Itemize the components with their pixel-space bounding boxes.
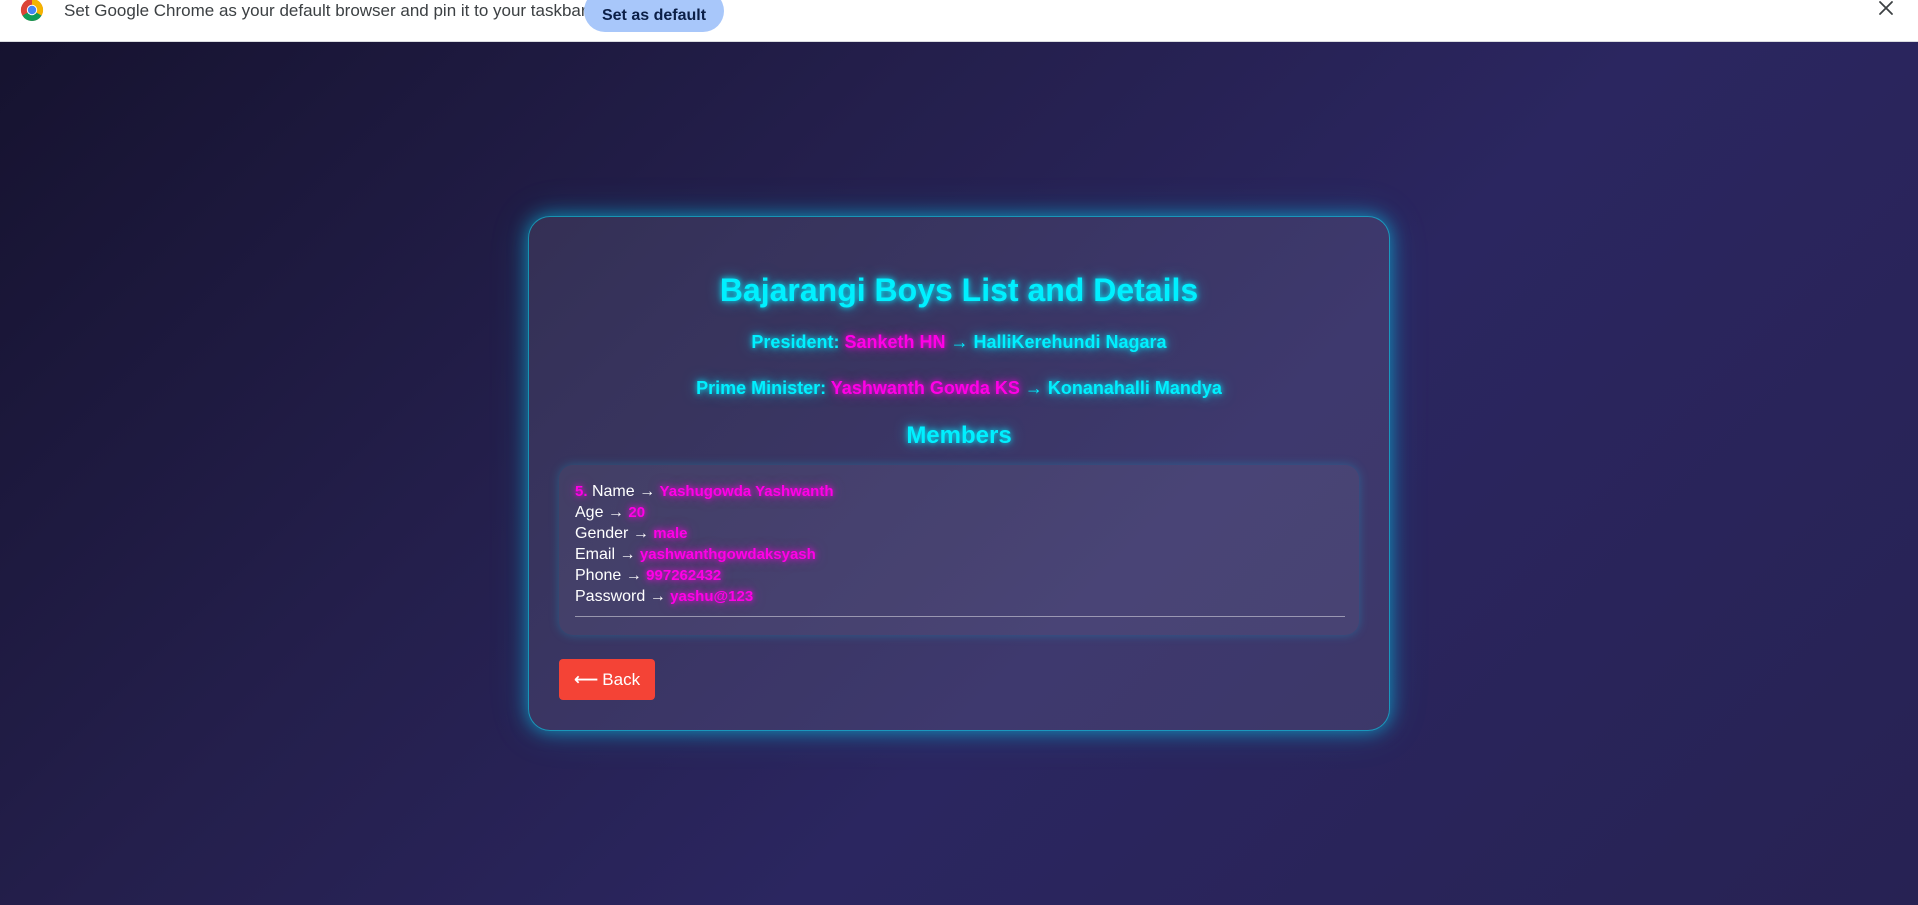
member-field-label: Name → <box>591 483 656 500</box>
back-arrow-icon: ⟵ <box>573 669 599 689</box>
member-email-row: Email → yashwanthgowdaksyash <box>575 544 1343 565</box>
member-gender-row: Gender → male <box>575 523 1343 544</box>
prime-minister-arrow: → <box>1019 378 1048 398</box>
chrome-logo-icon <box>21 0 43 22</box>
member-age-row: Age → 20 <box>575 502 1343 523</box>
member-email-value: yashwanthgowdaksyash <box>639 546 816 563</box>
member-index: 5. <box>575 483 588 500</box>
set-as-default-button[interactable]: Set as default <box>584 0 724 32</box>
infobar-close-button[interactable] <box>1874 0 1898 20</box>
member-field-label: Password → <box>575 588 666 605</box>
prime-minister-name: Yashwanth Gowda KS <box>830 378 1020 398</box>
member-field-label: Gender → <box>575 525 649 542</box>
president-label: President: <box>751 332 845 352</box>
prime-minister-line: Prime Minister: Yashwanth Gowda KS → Kon… <box>529 377 1389 399</box>
back-button-label: Back <box>602 669 641 689</box>
prime-minister-place: Konanahalli Mandya <box>1047 378 1222 398</box>
member-age-value: 20 <box>628 504 646 521</box>
member-card: 5. Name → Yashugowda Yashwanth Age → 20 … <box>559 465 1359 635</box>
prime-minister-label: Prime Minister: <box>696 378 831 398</box>
page-title: Bajarangi Boys List and Details <box>719 272 1199 308</box>
member-phone-value: 997262432 <box>646 567 722 584</box>
president-place: HalliKerehundi Nagara <box>973 332 1167 352</box>
president-line: President: Sanketh HN → HalliKerehundi N… <box>529 331 1389 353</box>
member-name-value: Yashugowda Yashwanth <box>659 483 834 500</box>
close-icon <box>1879 1 1893 15</box>
member-gender-value: male <box>653 525 688 542</box>
member-name-row: 5. Name → Yashugowda Yashwanth <box>575 481 1343 502</box>
member-password-row: Password → yashu@123 <box>575 586 1343 607</box>
member-phone-row: Phone → 997262432 <box>575 565 1343 586</box>
president-name: Sanketh HN <box>844 332 946 352</box>
member-field-label: Age → <box>575 504 624 521</box>
infobar-message: Set Google Chrome as your default browse… <box>64 1 587 20</box>
member-field-label: Phone → <box>575 567 642 584</box>
default-browser-infobar: Set Google Chrome as your default browse… <box>0 0 1918 42</box>
details-card: Bajarangi Boys List and Details Presiden… <box>528 216 1390 731</box>
members-heading: Members <box>906 422 1012 449</box>
member-divider <box>575 616 1345 617</box>
back-button[interactable]: ⟵ Back <box>559 659 655 700</box>
member-field-label: Email → <box>575 546 636 563</box>
president-arrow: → <box>945 332 974 352</box>
member-password-value: yashu@123 <box>670 588 754 605</box>
